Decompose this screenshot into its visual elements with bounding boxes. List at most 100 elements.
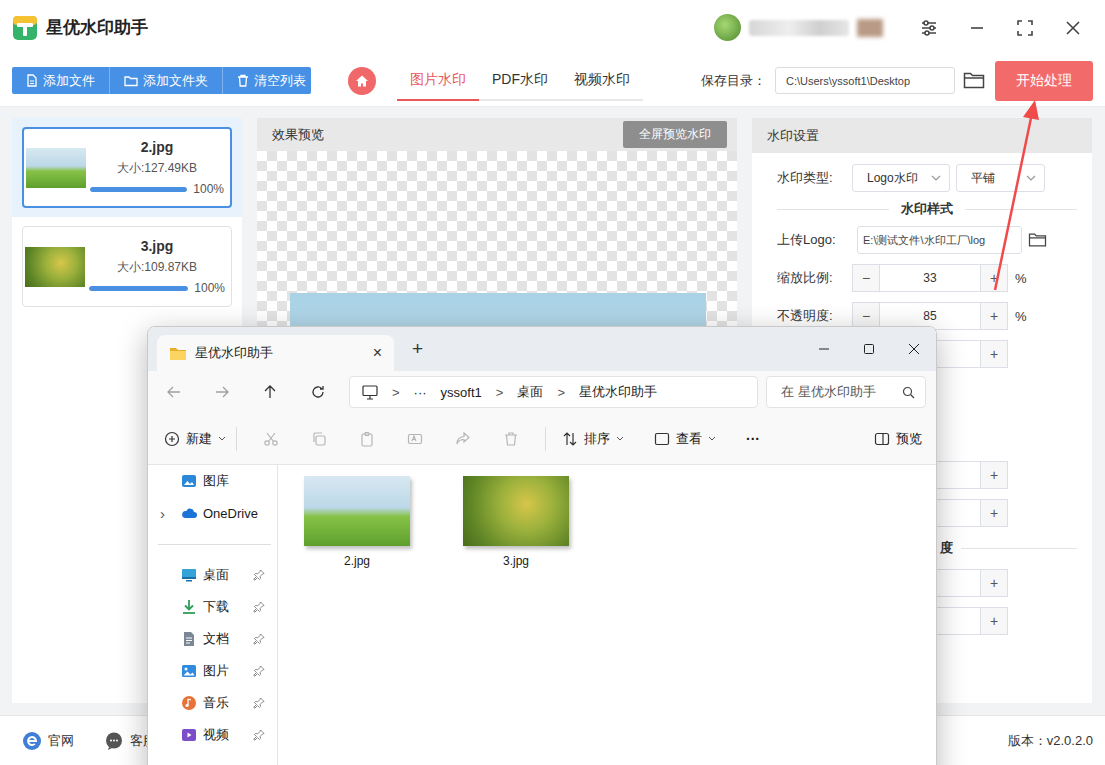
watermark-type-dropdown[interactable]: Logo水印 — [852, 164, 950, 192]
new-tab-button[interactable]: + — [412, 338, 423, 360]
separator — [236, 427, 237, 451]
website-icon — [22, 731, 42, 751]
breadcrumb-item[interactable]: 桌面 — [517, 383, 543, 401]
watermark-type-row: 水印类型:Logo水印 平铺 — [777, 159, 1077, 197]
view-button[interactable]: 查看 — [654, 430, 716, 448]
file-item[interactable]: 3.jpg — [451, 476, 581, 568]
search-box[interactable]: 在 星优水印助手 — [766, 376, 926, 408]
file-row[interactable]: 2.jpg大小:127.49KB100% — [12, 118, 242, 217]
logo-path-field[interactable]: E:\测试文件\水印工厂\log — [857, 226, 1022, 254]
pin-icon — [253, 633, 265, 645]
fullscreen-preview-button[interactable]: 全屏预览水印 — [623, 121, 727, 148]
value: 85 — [923, 309, 936, 323]
add-file-button[interactable]: 添加文件 — [12, 67, 110, 94]
sidebar-item[interactable]: 下载 — [148, 591, 277, 623]
sidebar-label: 视频 — [203, 726, 253, 744]
file-thumbnail — [304, 476, 410, 546]
file-card[interactable]: 3.jpg大小:109.87KB100% — [22, 226, 232, 307]
increase-button[interactable]: + — [980, 340, 1008, 368]
separator — [545, 427, 546, 451]
progress-track — [90, 187, 187, 192]
sidebar-item[interactable]: 桌面 — [148, 559, 277, 591]
value-field[interactable]: 33 — [880, 264, 980, 292]
sort-button[interactable]: 排序 — [562, 430, 624, 448]
add-folder-button[interactable]: 添加文件夹 — [110, 67, 223, 94]
more-button[interactable]: ··· — [746, 431, 760, 447]
logo-row: 上传Logo:E:\测试文件\水印工厂\log — [777, 221, 1077, 259]
minimize-icon[interactable] — [801, 327, 846, 371]
close-icon[interactable] — [1063, 18, 1083, 38]
user-avatar-icon[interactable] — [714, 14, 741, 41]
back-arrow-icon[interactable] — [150, 384, 198, 400]
sidebar-item[interactable]: ›OneDrive — [148, 497, 277, 529]
cut-icon[interactable] — [247, 431, 295, 447]
address-bar[interactable]: >···yssoft1>桌面>星优水印助手 — [349, 376, 758, 408]
sidebar-item[interactable]: 图片 — [148, 655, 277, 687]
file-card[interactable]: 2.jpg大小:127.49KB100% — [22, 127, 232, 208]
progress-fill — [90, 187, 187, 192]
increase-button[interactable]: + — [980, 499, 1008, 527]
decrease-button[interactable]: − — [852, 264, 880, 292]
maximize-icon[interactable] — [1015, 18, 1035, 38]
breadcrumb-more[interactable]: ··· — [414, 385, 427, 400]
sidebar-item[interactable]: 音乐 — [148, 687, 277, 719]
breadcrumb-item[interactable]: 星优水印助手 — [579, 383, 657, 401]
navigation-pane: 图库›OneDrive 桌面下载文档图片音乐视频 — [148, 465, 278, 765]
minimize-icon[interactable] — [967, 18, 987, 38]
sort-icon — [562, 431, 578, 447]
clear-list-button[interactable]: 清空列表 — [223, 67, 311, 94]
share-icon[interactable] — [439, 431, 487, 447]
save-path-field[interactable]: C:\Users\yssoft1\Desktop — [775, 67, 955, 94]
mode-tab[interactable]: PDF水印 — [479, 61, 561, 101]
expand-toggle[interactable]: › — [160, 505, 181, 522]
mode-tab[interactable]: 视频水印 — [561, 61, 643, 101]
breadcrumb-item[interactable]: yssoft1 — [441, 385, 482, 400]
refresh-icon[interactable] — [294, 384, 342, 400]
folder-icon — [169, 346, 187, 361]
copy-icon[interactable] — [295, 431, 343, 447]
increase-button[interactable]: + — [980, 461, 1008, 489]
progress-row: 100% — [89, 281, 225, 295]
settings-icon[interactable] — [919, 18, 939, 38]
mode-tab[interactable]: 图片水印 — [397, 61, 479, 101]
folder-icon[interactable] — [1028, 232, 1047, 248]
folder-icon[interactable] — [963, 71, 985, 90]
pin-icon — [253, 697, 265, 709]
explorer-tab-bar: 星优水印助手 × + — [148, 327, 936, 371]
button-label: 添加文件夹 — [143, 72, 208, 90]
explorer-tab[interactable]: 星优水印助手 × — [157, 335, 394, 371]
rename-icon[interactable] — [391, 431, 439, 447]
new-button[interactable]: 新建 — [164, 430, 226, 448]
sidebar-item[interactable]: 图库 — [148, 465, 277, 497]
website-link[interactable]: 官网 — [22, 731, 74, 751]
home-icon[interactable] — [348, 67, 376, 95]
sidebar-item[interactable]: 视频 — [148, 719, 277, 751]
type-label: 水印类型: — [777, 169, 852, 187]
command-label: 排序 — [584, 430, 610, 448]
file-item[interactable]: 2.jpg — [292, 476, 422, 568]
navigation-bar: >···yssoft1>桌面>星优水印助手在 星优水印助手 — [148, 371, 936, 413]
forward-arrow-icon[interactable] — [198, 384, 246, 400]
increase-button[interactable]: + — [980, 302, 1008, 330]
close-tab-button[interactable]: × — [373, 344, 382, 362]
sidebar-item[interactable]: 文档 — [148, 623, 277, 655]
maximize-icon[interactable] — [846, 327, 891, 371]
layout-mode-value: 平铺 — [971, 170, 995, 187]
command-bar: 新建 排序 查看 ··· 预览 — [148, 413, 936, 465]
setting-label: 不透明度: — [777, 307, 852, 325]
layout-mode-dropdown[interactable]: 平铺 — [956, 164, 1045, 192]
close-icon[interactable] — [891, 327, 936, 371]
increase-button[interactable]: + — [980, 569, 1008, 597]
file-info: 3.jpg大小:109.87KB100% — [89, 238, 225, 295]
folder-icon — [181, 567, 197, 583]
start-button[interactable]: 开始处理 — [995, 61, 1093, 101]
increase-button[interactable]: + — [980, 264, 1008, 292]
folder-icon — [181, 599, 197, 615]
up-arrow-icon[interactable] — [246, 384, 294, 400]
increase-button[interactable]: + — [980, 607, 1008, 635]
tab-title: 星优水印助手 — [195, 344, 273, 362]
delete-icon[interactable] — [487, 431, 535, 447]
paste-icon[interactable] — [343, 431, 391, 447]
file-row[interactable]: 3.jpg大小:109.87KB100% — [12, 217, 242, 316]
preview-pane-button[interactable]: 预览 — [874, 430, 922, 448]
